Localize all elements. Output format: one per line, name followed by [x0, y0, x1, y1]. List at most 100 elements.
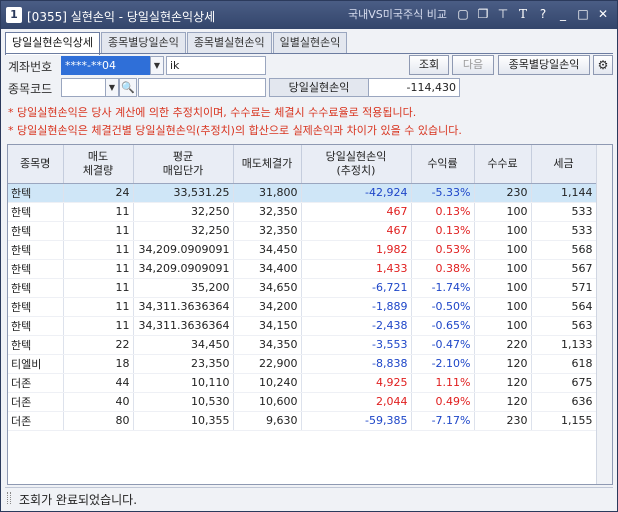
query-button[interactable]: 조회	[409, 55, 449, 75]
realized-pl-grid: 종목명 매도 체결량 평균 매입단가 매도체결가 당일실현손익 (추정치) 수익률 수수료 세금 한…	[7, 144, 613, 485]
table-cell: 10,240	[233, 373, 302, 393]
column-header[interactable]: 종목명	[8, 145, 64, 184]
table-cell: 230	[474, 183, 532, 203]
table-cell: 한텍	[8, 278, 64, 298]
column-header[interactable]: 세금	[531, 145, 597, 184]
table-row[interactable]: 한텍 11 34,209.0909091 34,400 1,433 0.38% 100 567	[8, 259, 597, 279]
table-cell: 568	[531, 240, 597, 260]
stock-dropdown-icon[interactable]: ▼	[105, 78, 119, 97]
table-cell: 18	[63, 354, 134, 374]
table-cell: 34,450	[233, 240, 302, 260]
table-cell: 564	[531, 297, 597, 317]
font-size-icon[interactable]: T	[515, 6, 531, 22]
table-row[interactable]: 한텍 11 34,311.3636364 34,200 -1,889 -0.50% 100 5…	[8, 297, 597, 317]
table-row[interactable]: 한텍 24 33,531.25 31,800 -42,924 -5.33% 230 1,144	[8, 183, 597, 203]
table-cell: 4,925	[301, 373, 412, 393]
gear-icon[interactable]: ⚙	[593, 55, 613, 75]
table-cell: 10,600	[233, 392, 302, 412]
status-bar: 조회가 완료되었습니다.	[5, 487, 613, 507]
table-cell: 675	[531, 373, 597, 393]
table-cell: 22	[63, 335, 134, 355]
tab-daily-realized-detail[interactable]: 당일실현손익상세	[5, 32, 100, 55]
table-row[interactable]: 더존 80 10,355 9,630 -59,385 -7.17% 230 1,155	[8, 411, 597, 431]
stock-daily-pl-button[interactable]: 종목별당일손익	[498, 55, 590, 75]
next-button[interactable]: 다음	[452, 55, 494, 75]
table-row[interactable]: 더존 40 10,530 10,600 2,044 0.49% 120 636	[8, 392, 597, 412]
table-cell: 636	[531, 392, 597, 412]
tab-bar: 당일실현손익상세 종목별당일손익 종목별실현손익 일별실현손익	[5, 32, 348, 55]
account-dropdown-icon[interactable]: ▼	[150, 56, 164, 75]
screen-icon[interactable]: ▢	[455, 6, 471, 22]
table-cell: 32,350	[233, 221, 302, 241]
compare-link[interactable]: 국내VS미국주식 비교	[348, 6, 447, 22]
app-window: 1 [0355] 실현손익 - 당일실현손익상세 국내VS미국주식 비교 ▢ ❐…	[0, 0, 618, 512]
tab-daily-by-stock[interactable]: 종목별당일손익	[100, 32, 186, 54]
table-cell: 467	[301, 221, 412, 241]
table-cell: 22,900	[233, 354, 302, 374]
minimize-icon[interactable]: _	[555, 6, 571, 22]
table-cell: 31,800	[233, 183, 302, 203]
table-cell: 533	[531, 221, 597, 241]
tab-realized-by-stock[interactable]: 종목별실현손익	[186, 32, 272, 54]
table-cell: 34,209.0909091	[133, 240, 234, 260]
table-header-row: 종목명 매도 체결량 평균 매입단가 매도체결가 당일실현손익 (추정치) 수익률 수수료 세금	[8, 145, 597, 184]
table-cell: 35,200	[133, 278, 234, 298]
table-cell: 32,250	[133, 221, 234, 241]
tab-divider	[5, 53, 613, 54]
account-name-field: ik	[166, 56, 266, 75]
table-cell: 한텍	[8, 297, 64, 317]
table-row[interactable]: 한텍 22 34,450 34,350 -3,553 -0.47% 220 1,133	[8, 335, 597, 355]
table-row[interactable]: 티엘비 18 23,350 22,900 -8,838 -2.10% 120 618	[8, 354, 597, 374]
table-cell: 23,350	[133, 354, 234, 374]
table-cell: 563	[531, 316, 597, 336]
table-cell: 0.53%	[411, 240, 475, 260]
table-row[interactable]: 한텍 11 35,200 34,650 -6,721 -1.74% 100 571	[8, 278, 597, 298]
search-icon[interactable]: 🔍	[119, 78, 137, 97]
table-row[interactable]: 한텍 11 34,311.3636364 34,150 -2,438 -0.65% 100 5…	[8, 316, 597, 336]
table-cell: -59,385	[301, 411, 412, 431]
table-cell: 34,350	[233, 335, 302, 355]
table-body: 한텍 24 33,531.25 31,800 -42,924 -5.33% 230 1,144…	[8, 183, 597, 431]
vertical-scrollbar[interactable]	[596, 145, 612, 484]
table-cell: 100	[474, 278, 532, 298]
table-cell: -6,721	[301, 278, 412, 298]
table-cell: 1,144	[531, 183, 597, 203]
table-cell: 34,311.3636364	[133, 316, 234, 336]
table-cell: 32,350	[233, 202, 302, 222]
table-cell: -0.65%	[411, 316, 475, 336]
table-cell: -0.50%	[411, 297, 475, 317]
column-header[interactable]: 매도체결가	[233, 145, 302, 184]
table-row[interactable]: 한텍 11 32,250 32,350 467 0.13% 100 533	[8, 202, 597, 222]
table-row[interactable]: 한텍 11 32,250 32,350 467 0.13% 100 533	[8, 221, 597, 241]
table-cell: 571	[531, 278, 597, 298]
stock-code-field[interactable]	[61, 78, 107, 97]
table-cell: 1,982	[301, 240, 412, 260]
title-bar[interactable]: 1 [0355] 실현손익 - 당일실현손익상세 국내VS미국주식 비교 ▢ ❐…	[1, 1, 617, 29]
table-cell: 40	[63, 392, 134, 412]
column-header[interactable]: 당일실현손익 (추정치)	[301, 145, 412, 184]
column-header[interactable]: 매도 체결량	[63, 145, 134, 184]
realized-pl-table: 종목명 매도 체결량 평균 매입단가 매도체결가 당일실현손익 (추정치) 수익률 수수료 세금 한…	[8, 145, 597, 431]
table-cell: 1,433	[301, 259, 412, 279]
table-cell: 220	[474, 335, 532, 355]
close-icon[interactable]: ✕	[595, 6, 611, 22]
account-number-field[interactable]: ****-**04	[61, 56, 152, 75]
copy-window-icon[interactable]: ❐	[475, 6, 491, 22]
notes: * 당일실현손익은 당사 계산에 의한 추정치이며, 수수료는 체결시 수수료율…	[8, 104, 462, 140]
help-icon[interactable]: ?	[535, 6, 551, 22]
window-number-badge: 1	[6, 7, 22, 23]
maximize-icon[interactable]: □	[575, 6, 591, 22]
table-cell: 34,400	[233, 259, 302, 279]
tab-daily-realized[interactable]: 일별실현손익	[272, 32, 348, 54]
column-header[interactable]: 수수료	[474, 145, 532, 184]
table-cell: -42,924	[301, 183, 412, 203]
table-cell: 618	[531, 354, 597, 374]
pin-icon[interactable]: ⊤	[495, 6, 511, 22]
table-cell: 더존	[8, 392, 64, 412]
table-row[interactable]: 한텍 11 34,209.0909091 34,450 1,982 0.53% 100 568	[8, 240, 597, 260]
table-cell: 120	[474, 392, 532, 412]
table-cell: 한텍	[8, 335, 64, 355]
column-header[interactable]: 평균 매입단가	[133, 145, 234, 184]
table-row[interactable]: 더존 44 10,110 10,240 4,925 1.11% 120 675	[8, 373, 597, 393]
column-header[interactable]: 수익률	[411, 145, 475, 184]
